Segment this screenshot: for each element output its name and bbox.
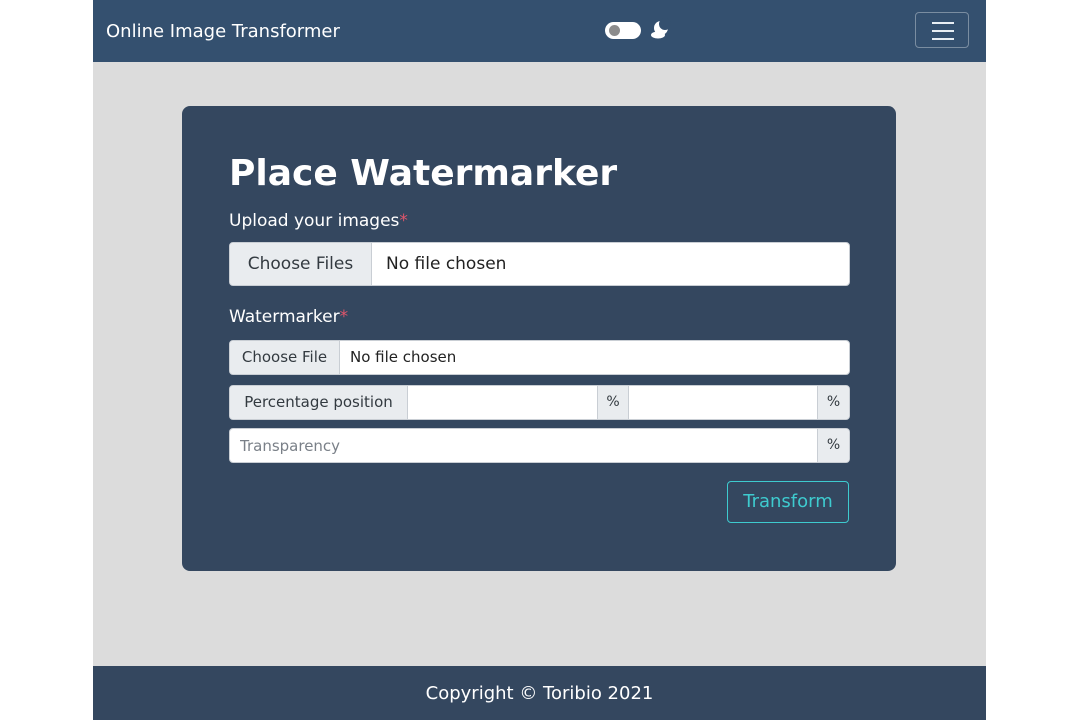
required-mark: * (339, 307, 349, 327)
page-title: Place Watermarker (229, 153, 618, 194)
watermark-label: Watermarker* (229, 306, 348, 328)
position-input-group: Percentage position % % (229, 385, 850, 420)
percent-unit: % (817, 386, 849, 419)
position-x-input[interactable] (409, 386, 597, 419)
percent-unit: % (597, 386, 629, 419)
watermark-form-card: Place Watermarker Upload your images* Ch… (182, 106, 896, 571)
hamburger-icon (932, 22, 954, 24)
transparency-input[interactable] (230, 429, 817, 462)
app-window: Online Image Transformer Place Watermark… (93, 0, 986, 720)
images-label-text: Upload your images (229, 211, 400, 231)
images-label: Upload your images* (229, 210, 408, 232)
choose-file-button[interactable]: Choose File (230, 341, 340, 374)
menu-toggle-button[interactable] (915, 12, 969, 48)
watermark-label-text: Watermarker (229, 307, 340, 327)
watermark-file-input[interactable]: Choose File No file chosen (229, 340, 850, 375)
position-label: Percentage position (230, 386, 408, 419)
brand-title[interactable]: Online Image Transformer (106, 20, 340, 44)
hamburger-icon-bar (932, 30, 954, 32)
transparency-input-group: % (229, 428, 850, 463)
copyright-text: Copyright © Toribio 2021 (425, 683, 654, 704)
choose-files-button[interactable]: Choose Files (230, 243, 372, 285)
images-file-status: No file chosen (386, 254, 507, 274)
position-y-input[interactable] (629, 386, 817, 419)
footer: Copyright © Toribio 2021 (93, 666, 986, 720)
required-mark: * (399, 211, 408, 231)
percent-unit: % (817, 429, 849, 462)
toggle-knob (609, 25, 620, 36)
moon-icon (651, 18, 671, 39)
images-file-input[interactable]: Choose Files No file chosen (229, 242, 850, 286)
theme-toggle[interactable] (605, 22, 641, 39)
transform-button[interactable]: Transform (727, 481, 849, 523)
hamburger-icon-bar (932, 38, 954, 40)
watermark-file-status: No file chosen (350, 348, 457, 366)
navbar: Online Image Transformer (93, 0, 986, 62)
